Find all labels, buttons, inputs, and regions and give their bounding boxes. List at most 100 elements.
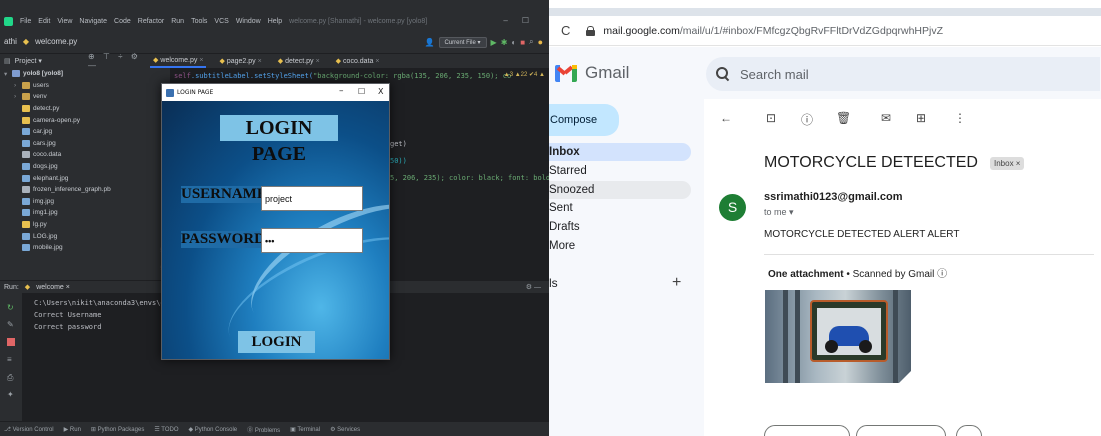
move-to-icon[interactable]: ⊞ <box>916 111 926 125</box>
search-icon[interactable] <box>716 67 730 81</box>
inbox-label-chip[interactable]: Inbox × <box>990 157 1025 170</box>
close-tab-icon[interactable]: × <box>316 58 320 65</box>
mark-unread-icon[interactable]: ✉ <box>881 111 891 125</box>
attachment-thumbnail[interactable] <box>765 290 911 383</box>
tree-item[interactable]: mobile.jpg <box>0 242 148 254</box>
menu-edit[interactable]: Edit <box>38 18 50 25</box>
username-input[interactable]: project <box>261 186 363 211</box>
minimize-icon[interactable]: – <box>339 86 344 96</box>
status-tool-button[interactable]: ⎇ Version Control <box>4 426 54 433</box>
status-tool-button[interactable]: ☰ TODO <box>154 426 178 433</box>
stop-icon[interactable]: ■ <box>520 38 525 47</box>
user-icon[interactable]: 👤 <box>425 38 435 47</box>
menu-tools[interactable]: Tools <box>191 18 207 25</box>
forward-button[interactable] <box>856 425 946 436</box>
tree-item[interactable]: frozen_inference_graph.pb <box>0 184 148 196</box>
status-tool-button[interactable]: ▣ Terminal <box>290 426 320 433</box>
rerun-icon[interactable]: ↻ <box>7 303 15 312</box>
maximize-icon[interactable]: ☐ <box>358 87 365 96</box>
tree-item[interactable]: dogs.jpg <box>0 161 148 173</box>
tree-item[interactable]: LOG.jpg <box>0 230 148 242</box>
tree-item[interactable]: › venv <box>0 91 148 103</box>
close-icon[interactable]: X <box>378 87 383 96</box>
report-spam-icon[interactable]: ⓘ <box>801 111 813 128</box>
nav-item-more[interactable]: More <box>549 237 691 255</box>
run-panel-controls[interactable]: ⚙ — <box>526 283 541 291</box>
status-tool-button[interactable]: ▶ Run <box>64 426 81 433</box>
chevron-icon[interactable]: ▾ <box>4 70 12 78</box>
nav-project[interactable]: athi <box>4 37 17 46</box>
close-tab-icon[interactable]: × <box>375 58 379 65</box>
add-label-icon[interactable]: + <box>672 274 681 292</box>
ide-window-controls[interactable]: –☐ <box>503 16 543 25</box>
editor-tab[interactable]: ◆ welcome.py × <box>150 54 207 68</box>
tree-item[interactable]: › users <box>0 80 148 92</box>
menu-help[interactable]: Help <box>268 18 282 25</box>
url-text[interactable]: mail.google.com/mail/u/1/#inbox/FMfcgzQb… <box>603 25 943 37</box>
nav-item-starred[interactable]: Starred <box>549 162 691 180</box>
close-tab-icon[interactable]: × <box>199 57 203 64</box>
search-icon[interactable]: ⌕ <box>529 37 533 47</box>
editor-tab[interactable]: ◆ coco.data × <box>333 54 383 68</box>
menu-code[interactable]: Code <box>114 18 131 25</box>
soft-wrap-icon[interactable]: ≡ <box>7 355 15 364</box>
status-tool-button[interactable]: ◆ Python Console <box>189 426 238 433</box>
debug-icon[interactable]: ✱ <box>501 38 508 47</box>
inspection-widget[interactable]: ▲3 ▲22 ✔4 ▲ <box>504 71 545 78</box>
close-tab-icon[interactable]: × <box>258 58 262 65</box>
tree-item[interactable]: img1.jpg <box>0 207 148 219</box>
tree-item[interactable]: lg.py <box>0 219 148 231</box>
run-config-select[interactable]: Current File ▾ <box>438 36 487 48</box>
lock-icon[interactable] <box>586 25 596 36</box>
tree-item[interactable]: camera-open.py <box>0 114 148 126</box>
password-input[interactable]: ••• <box>261 228 363 253</box>
menu-window[interactable]: Window <box>236 18 261 25</box>
nav-file[interactable]: welcome.py <box>35 37 77 46</box>
stop-icon[interactable] <box>7 338 15 346</box>
pin-icon[interactable]: ✦ <box>7 390 15 399</box>
tree-item[interactable]: coco.data <box>0 149 148 161</box>
menu-navigate[interactable]: Navigate <box>79 18 107 25</box>
login-button[interactable]: LOGIN <box>238 331 315 353</box>
recipient-details[interactable]: to me ▾ <box>764 207 794 218</box>
search-input[interactable]: Search mail <box>740 67 809 82</box>
tree-item[interactable]: img.jpg <box>0 196 148 208</box>
status-tool-button[interactable]: ⓪ Problems <box>247 425 280 434</box>
tree-item[interactable]: detect.py <box>0 103 148 115</box>
status-tool-button[interactable]: ⊞ Python Packages <box>91 426 144 433</box>
project-label[interactable]: Project ▾ <box>15 57 42 65</box>
nav-item-sent[interactable]: Sent <box>549 199 691 217</box>
menu-view[interactable]: View <box>57 18 72 25</box>
editor-tab[interactable]: ◆ page2.py × <box>216 54 264 68</box>
tree-item[interactable]: ▾ yolo8 [yolo8] <box>0 68 148 80</box>
editor-tab[interactable]: ◆ detect.py × <box>275 54 323 68</box>
chevron-icon[interactable]: › <box>14 82 22 89</box>
tree-item[interactable]: car.jpg <box>0 126 148 138</box>
sender-address[interactable]: ssrimathi0123@gmail.com <box>764 191 903 203</box>
reload-icon[interactable]: C <box>561 23 570 38</box>
more-options-icon[interactable]: ⋮ <box>954 111 966 125</box>
nav-item-inbox[interactable]: Inbox <box>549 143 691 161</box>
menu-file[interactable]: File <box>20 18 31 25</box>
nav-item-snoozed[interactable]: Snoozed <box>549 180 691 199</box>
sender-avatar[interactable]: S <box>719 194 746 221</box>
emoji-button[interactable] <box>956 425 982 436</box>
search-bar[interactable]: Search mail <box>706 57 1100 91</box>
menu-vcs[interactable]: VCS <box>214 18 228 25</box>
menu-refactor[interactable]: Refactor <box>138 18 164 25</box>
nav-item-drafts[interactable]: Drafts <box>549 218 691 236</box>
reply-button[interactable] <box>764 425 850 436</box>
settings-logo-icon[interactable]: ● <box>538 37 543 47</box>
wrench-icon[interactable]: ✎ <box>7 320 15 329</box>
run-icon[interactable]: ▶ <box>491 38 497 47</box>
run-tab-welcome[interactable]: welcome × <box>36 284 70 291</box>
tree-item[interactable]: cars.jpg <box>0 138 148 150</box>
delete-icon[interactable]: 🗑 <box>836 111 851 125</box>
status-tool-button[interactable]: ⚙ Services <box>330 426 360 433</box>
compose-button[interactable]: Compose <box>549 104 619 136</box>
tree-item[interactable]: elephant.jpg <box>0 172 148 184</box>
back-arrow-icon[interactable]: ← <box>720 111 732 125</box>
archive-icon[interactable]: ⊡ <box>766 111 776 125</box>
chevron-icon[interactable]: › <box>14 93 22 100</box>
menu-run[interactable]: Run <box>171 18 184 25</box>
